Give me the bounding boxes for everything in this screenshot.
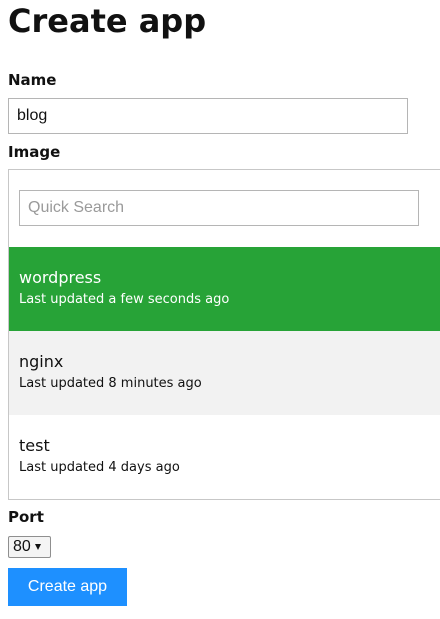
name-input[interactable] [8,98,408,134]
image-item-name: nginx [19,352,64,371]
name-label: Name [8,71,57,89]
image-item-wordpress[interactable]: wordpress Last updated a few seconds ago [9,247,440,331]
image-item-name: test [19,436,50,455]
port-label: Port [8,508,44,526]
create-app-button[interactable]: Create app [8,568,127,606]
image-item-name: wordpress [19,268,102,287]
port-select[interactable]: 80 [8,536,51,558]
page-title: Create app [8,2,207,40]
chevron-down-icon [34,544,41,550]
port-select-value: 80 [13,538,31,555]
image-item-updated: Last updated 8 minutes ago [19,376,202,391]
image-label: Image [8,143,61,161]
image-item-nginx[interactable]: nginx Last updated 8 minutes ago [9,331,440,415]
image-item-updated: Last updated 4 days ago [19,460,180,475]
image-list: wordpress Last updated a few seconds ago… [9,247,440,499]
image-picker: wordpress Last updated a few seconds ago… [8,169,440,500]
image-item-test[interactable]: test Last updated 4 days ago [9,415,440,499]
quick-search-input[interactable] [19,190,419,226]
image-item-updated: Last updated a few seconds ago [19,292,230,307]
